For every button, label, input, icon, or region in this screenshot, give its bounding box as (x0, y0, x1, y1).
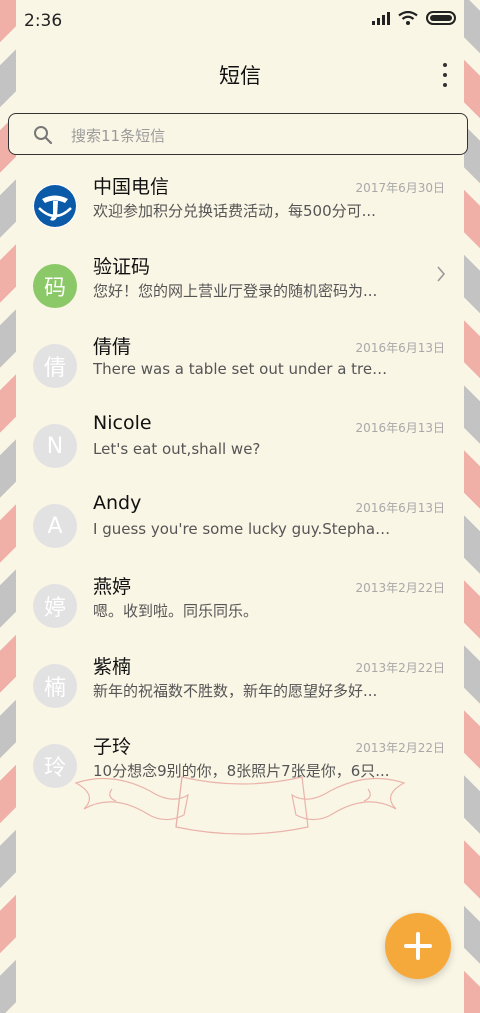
message-snippet: There was a table set out under a tree i… (93, 360, 393, 378)
conversation-item[interactable]: N Nicole 2016年6月13日 Let's eat out,shall … (0, 412, 480, 504)
signal-icon (372, 11, 390, 25)
conversation-item[interactable]: 中国电信 2017年6月30日 欢迎参加积分兑换话费活动，每500分可... (0, 176, 480, 264)
china-telecom-logo (34, 185, 76, 227)
search-icon (34, 126, 53, 145)
message-date: 2013年2月22日 (355, 581, 445, 595)
plus-icon[interactable] (385, 913, 451, 979)
avatar: 码 (33, 264, 77, 308)
message-date: 2013年2月22日 (355, 741, 445, 755)
contact-name: 验证码 (93, 256, 151, 278)
wifi-icon (398, 11, 418, 25)
message-date: 2013年2月22日 (355, 661, 445, 675)
conversation-item[interactable]: 码 验证码 您好！您的网上营业厅登录的随机密码为... (0, 256, 480, 344)
search-placeholder: 搜索11条短信 (71, 127, 166, 145)
message-snippet: I guess you're some lucky guy.Stephan... (93, 520, 393, 538)
status-time: 2:36 (24, 11, 63, 31)
avatar: A (33, 504, 77, 548)
status-bar: 2:36 (0, 0, 480, 40)
avatar (33, 184, 77, 228)
message-date: 2016年6月13日 (355, 501, 445, 515)
contact-name: 紫楠 (93, 656, 132, 678)
contact-name: Andy (93, 492, 142, 514)
app-header: 短信 (0, 50, 480, 100)
page-title: 短信 (219, 64, 261, 88)
message-snippet: 您好！您的网上营业厅登录的随机密码为... (93, 282, 378, 300)
contact-name: 燕婷 (93, 576, 132, 598)
contact-name: 中国电信 (93, 176, 170, 198)
avatar: 玲 (33, 744, 77, 788)
avatar: 楠 (33, 664, 77, 708)
message-snippet: 新年的祝福数不胜数，新年的愿望好多好... (93, 682, 378, 700)
battery-icon (426, 11, 456, 25)
message-date: 2016年6月13日 (355, 341, 445, 355)
conversation-item[interactable]: 楠 紫楠 2013年2月22日 新年的祝福数不胜数，新年的愿望好多好... (0, 656, 480, 744)
ribbon-decoration (74, 776, 406, 835)
conversation-item[interactable]: 倩 倩倩 2016年6月13日 There was a table set ou… (0, 336, 480, 424)
message-snippet: 嗯。收到啦。同乐同乐。 (93, 602, 259, 620)
avatar: N (33, 424, 77, 468)
conversation-item[interactable]: A Andy 2016年6月13日 I guess you're some lu… (0, 492, 480, 584)
avatar: 婷 (33, 584, 77, 628)
more-icon[interactable] (440, 63, 450, 87)
conversation-item[interactable]: 婷 燕婷 2013年2月22日 嗯。收到啦。同乐同乐。 (0, 576, 480, 664)
message-snippet: Let's eat out,shall we? (93, 440, 261, 458)
message-snippet: 欢迎参加积分兑换话费活动，每500分可... (93, 202, 376, 220)
chevron-right-icon[interactable] (436, 266, 446, 282)
avatar: 倩 (33, 344, 77, 388)
message-date: 2017年6月30日 (355, 181, 445, 195)
contact-name: 子玲 (93, 736, 132, 758)
message-date: 2016年6月13日 (355, 421, 445, 435)
contact-name: Nicole (93, 412, 152, 434)
contact-name: 倩倩 (93, 336, 132, 358)
search-input[interactable]: 搜索11条短信 (8, 113, 468, 155)
